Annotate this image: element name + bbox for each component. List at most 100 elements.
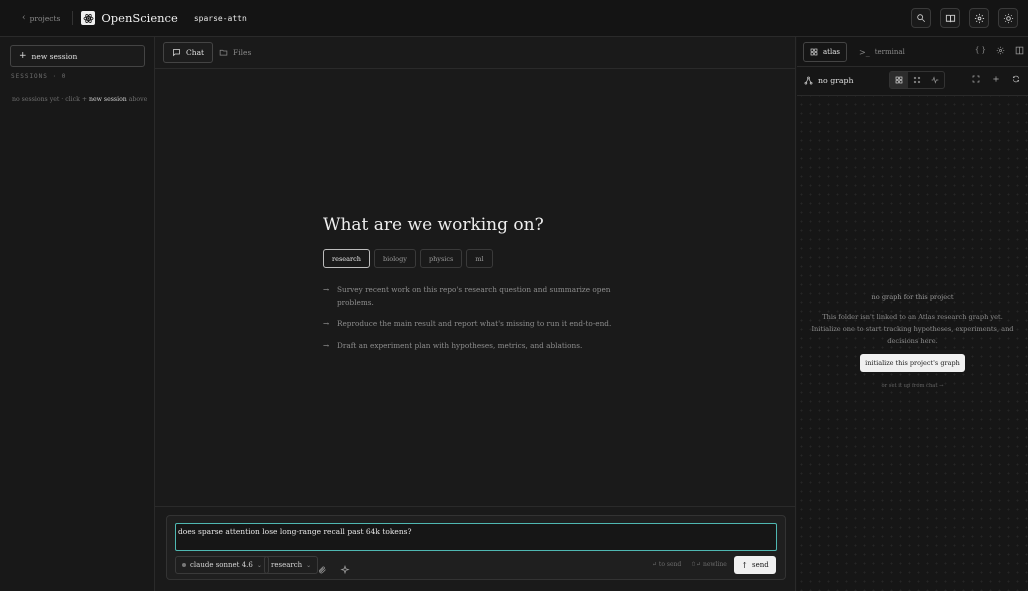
chip-ml[interactable]: ml xyxy=(466,249,493,268)
tab-terminal-label: terminal xyxy=(874,48,905,56)
suggestion-item[interactable]: → Survey recent work on this repo's rese… xyxy=(323,284,623,309)
gear-icon[interactable] xyxy=(996,46,1005,55)
tab-terminal[interactable]: >_ terminal xyxy=(853,42,911,62)
atlas-panel: atlas >_ terminal { } no graph no graph … xyxy=(797,37,1028,591)
search-button[interactable] xyxy=(911,8,931,28)
top-bar: ‹ projects OpenScience sparse-attn xyxy=(0,0,1028,37)
empty-suffix: above xyxy=(128,96,148,103)
empty-prefix: no sessions yet · click + xyxy=(12,96,88,103)
tab-chat-label: Chat xyxy=(186,48,205,57)
back-to-projects-link[interactable]: ‹ projects xyxy=(22,13,60,23)
tab-atlas[interactable]: atlas xyxy=(803,42,847,62)
divider xyxy=(72,11,74,25)
domain-chips: research biology physics ml xyxy=(323,249,493,268)
sessions-sidebar: + new session SESSIONS · 0 no sessions y… xyxy=(0,37,155,591)
enhance-prompt-button[interactable] xyxy=(340,560,350,579)
chevron-down-icon: ⌄ xyxy=(306,561,312,569)
mode-label: research xyxy=(271,561,303,569)
suggestion-list: → Survey recent work on this repo's rese… xyxy=(323,284,623,361)
graph-status-label: no graph xyxy=(818,76,854,85)
chat-bubble-icon xyxy=(173,49,180,57)
grid-icon xyxy=(810,48,818,56)
newline-hint: ⇧↵ newline xyxy=(691,561,727,568)
docs-button[interactable] xyxy=(940,8,960,28)
grid-icon xyxy=(895,76,903,84)
main-tabbar: Chat Files xyxy=(155,37,796,69)
settings-button[interactable] xyxy=(969,8,989,28)
gear-icon xyxy=(974,13,984,23)
composer-area: does sparse attention lose long-range re… xyxy=(155,506,796,591)
plus-icon: + xyxy=(19,51,27,61)
search-icon xyxy=(917,14,926,23)
book-icon xyxy=(945,14,955,22)
view-nodes-button[interactable] xyxy=(908,72,926,88)
main-pane: Chat Files What are we working on? resea… xyxy=(155,37,796,591)
mode-select[interactable]: research ⌄ xyxy=(264,556,319,574)
suggestion-item[interactable]: → Reproduce the main result and report w… xyxy=(323,318,623,331)
model-select[interactable]: claude sonnet 4.6 ⌄ xyxy=(175,556,269,574)
tab-atlas-label: atlas xyxy=(823,48,840,56)
graph-status: no graph xyxy=(804,76,854,85)
attach-button[interactable] xyxy=(318,560,327,579)
chip-biology[interactable]: biology xyxy=(373,249,416,268)
arrow-right-icon: → xyxy=(323,340,330,350)
model-label: claude sonnet 4.6 xyxy=(190,561,253,569)
suggestion-text: Survey recent work on this repo's resear… xyxy=(337,285,611,307)
paperclip-icon xyxy=(319,566,326,574)
setup-from-chat-link[interactable]: or set it up from chat → xyxy=(797,383,1028,389)
back-label: projects xyxy=(29,13,61,23)
send-hint: ↵ to send xyxy=(652,561,682,568)
empty-graph-title: no graph for this project xyxy=(871,293,954,301)
tab-chat[interactable]: Chat xyxy=(163,42,214,63)
arrow-right-icon: → xyxy=(323,319,330,328)
new-session-button[interactable]: + new session xyxy=(10,45,145,67)
files-icon xyxy=(219,49,228,56)
refresh-icon[interactable] xyxy=(1012,75,1020,83)
chevron-down-icon: ⌄ xyxy=(256,561,262,569)
fullscreen-icon[interactable] xyxy=(972,75,980,83)
graph-nodes-icon xyxy=(804,76,813,85)
sessions-heading: SESSIONS · 0 xyxy=(11,73,67,80)
right-tabbar: atlas >_ terminal { } xyxy=(797,37,1028,67)
chip-physics[interactable]: physics xyxy=(419,249,463,268)
theme-toggle-button[interactable] xyxy=(998,8,1018,28)
chip-research[interactable]: research xyxy=(323,249,370,268)
graph-view-toggle xyxy=(889,71,945,89)
app-root: ‹ projects OpenScience sparse-attn + new… xyxy=(0,0,1028,591)
new-session-label: new session xyxy=(31,51,78,61)
suggestion-text: Draft an experiment plan with hypotheses… xyxy=(337,340,583,350)
suggestion-item[interactable]: → Draft an experiment plan with hypothes… xyxy=(323,340,623,353)
graph-header: no graph xyxy=(797,67,1028,96)
sun-icon xyxy=(1003,13,1013,23)
model-status-dot xyxy=(182,563,186,567)
top-actions xyxy=(911,8,1018,28)
right-tab-actions: { } xyxy=(975,46,1024,55)
split-panel-icon[interactable] xyxy=(1015,46,1024,55)
terminal-prompt-icon: >_ xyxy=(859,47,870,57)
send-button[interactable]: ↑ send xyxy=(734,556,776,574)
brand-name: OpenScience xyxy=(101,11,178,25)
plus-icon[interactable] xyxy=(992,75,1000,83)
arrow-up-icon: ↑ xyxy=(741,560,748,570)
sparkle-icon xyxy=(340,564,350,575)
braces-icon[interactable]: { } xyxy=(975,46,986,55)
graph-actions xyxy=(972,75,1020,83)
view-grid-button[interactable] xyxy=(890,72,908,88)
suggestion-text: Reproduce the main result and report wha… xyxy=(337,319,612,328)
arrow-right-icon: → xyxy=(323,285,330,294)
hero-heading: What are we working on? xyxy=(323,215,544,235)
view-activity-button[interactable] xyxy=(926,72,944,88)
atom-logo-icon xyxy=(81,11,96,25)
tab-files[interactable]: Files xyxy=(211,42,259,63)
empty-graph-description: This folder isn't linked to an Atlas res… xyxy=(811,313,1014,345)
chevron-left-icon: ‹ xyxy=(22,13,26,23)
tab-files-label: Files xyxy=(233,48,252,57)
activity-icon xyxy=(931,76,939,84)
initialize-graph-button[interactable]: initialize this project's graph xyxy=(860,354,965,372)
composer: does sparse attention lose long-range re… xyxy=(166,515,786,580)
no-sessions-message: no sessions yet · click + new session ab… xyxy=(12,96,147,103)
empty-emph: new session xyxy=(89,96,127,103)
dots-grid-icon xyxy=(913,76,921,84)
prompt-input[interactable]: does sparse attention lose long-range re… xyxy=(175,523,777,551)
project-name: sparse-attn xyxy=(193,13,247,23)
